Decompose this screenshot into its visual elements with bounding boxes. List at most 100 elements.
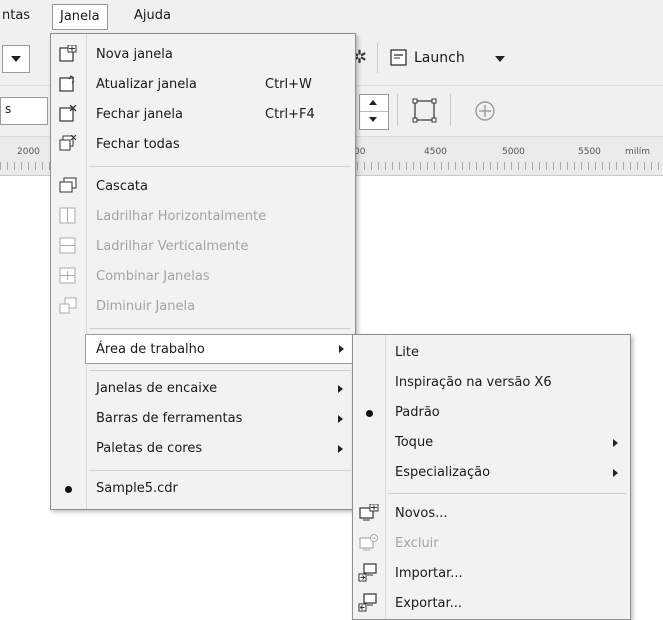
ruler-label: 5500 [578, 147, 601, 157]
workspace-item-inspiracao-x6[interactable]: Inspiração na versão X6 [353, 368, 630, 398]
launch-icon [390, 49, 407, 66]
menu-item-label: Lite [395, 345, 419, 360]
menu-item-ladrilhar-verticalmente[interactable]: Ladrilhar Verticalmente [51, 232, 355, 262]
import-workspace-icon [358, 563, 377, 582]
shortcut-text: Ctrl+W [265, 77, 312, 92]
menu-item-label: Fechar janela [96, 107, 183, 122]
active-document-bullet-icon [65, 486, 72, 493]
menu-item-label: Toque [395, 435, 434, 450]
workspace-item-especializacao[interactable]: Especialização [353, 458, 630, 488]
minimize-window-icon [59, 297, 77, 314]
janela-menu: Nova janela Atualizar janela Ctrl+W Fech… [50, 33, 356, 510]
spin-up-icon [369, 100, 377, 105]
menu-item-fechar-janela[interactable]: Fechar janela Ctrl+F4 [51, 100, 355, 130]
ruler-label: 5000 [502, 147, 525, 157]
workspace-item-importar[interactable]: Importar... [353, 559, 630, 589]
menu-item-label: Janelas de encaixe [96, 381, 218, 396]
launch-label: Launch [414, 50, 465, 66]
menu-item-label: Combinar Janelas [96, 269, 210, 284]
refresh-window-icon [59, 75, 75, 92]
page-frame-icon[interactable] [412, 98, 438, 124]
menu-janela[interactable]: Janela [52, 4, 108, 30]
menu-item-nova-janela[interactable]: Nova janela [51, 40, 355, 70]
menu-item-label: Ladrilhar Horizontalmente [96, 209, 267, 224]
menu-item-label: Padrão [395, 405, 440, 420]
tile-horizontal-icon [59, 207, 76, 224]
spin-control[interactable] [359, 94, 389, 130]
delete-workspace-icon [359, 534, 378, 551]
menu-item-janelas-de-encaixe[interactable]: Janelas de encaixe [51, 374, 355, 404]
menu-item-diminuir-janela[interactable]: Diminuir Janela [51, 292, 355, 322]
menu-item-label: Fechar todas [96, 137, 180, 152]
spin-divider [360, 111, 388, 112]
combo-dropdown-button[interactable] [2, 45, 30, 73]
workspace-item-lite[interactable]: Lite [353, 338, 630, 368]
menu-separator [89, 470, 351, 471]
menu-item-sample5-cdr[interactable]: Sample5.cdr [51, 474, 355, 504]
area-de-trabalho-submenu: Lite Inspiração na versão X6 Padrão Toqu… [352, 334, 631, 620]
submenu-arrow-icon [613, 469, 618, 477]
toolbar-divider [377, 43, 378, 73]
menu-item-label: Excluir [395, 536, 439, 551]
export-workspace-icon [358, 593, 377, 612]
shortcut-text: Ctrl+F4 [265, 107, 315, 122]
menu-separator [89, 166, 351, 167]
workspace-item-excluir[interactable]: Excluir [353, 529, 630, 559]
menu-item-paletas-de-cores[interactable]: Paletas de cores [51, 434, 355, 464]
chevron-down-icon [11, 56, 21, 62]
menu-item-label: Paletas de cores [96, 441, 203, 456]
add-circle-icon[interactable] [474, 100, 496, 122]
workspace-item-toque[interactable]: Toque [353, 428, 630, 458]
spin-down-icon [369, 117, 377, 122]
menu-item-label: Diminuir Janela [96, 299, 196, 314]
submenu-arrow-icon [338, 385, 343, 393]
menu-separator [89, 328, 351, 329]
menu-separator [388, 493, 626, 494]
close-window-icon [59, 105, 77, 122]
menu-item-area-de-trabalho[interactable]: Área de trabalho [85, 334, 354, 364]
menu-item-label: Barras de ferramentas [96, 411, 243, 426]
menu-item-label: Cascata [96, 179, 148, 194]
menu-item-label: Atualizar janela [96, 77, 197, 92]
toolbar-divider [397, 94, 398, 126]
submenu-arrow-icon [338, 415, 343, 423]
chevron-down-icon [495, 56, 505, 62]
ruler-unit-label: milím [625, 147, 651, 157]
close-all-icon [59, 135, 77, 151]
combine-windows-icon [59, 267, 76, 284]
menu-item-cascata[interactable]: Cascata [51, 172, 355, 202]
menu-item-atualizar-janela[interactable]: Atualizar janela Ctrl+W [51, 70, 355, 100]
unit-combo-value: s [5, 102, 12, 116]
menu-item-label: Especialização [395, 465, 491, 480]
menu-ajuda[interactable]: Ajuda [134, 8, 171, 23]
selected-bullet-icon [366, 410, 373, 417]
menu-item-label: Área de trabalho [96, 342, 205, 357]
tile-vertical-icon [59, 237, 76, 254]
cascade-icon [59, 177, 77, 193]
menu-item-barras-de-ferramentas[interactable]: Barras de ferramentas [51, 404, 355, 434]
menu-bar: ntas Janela Ajuda [0, 0, 663, 34]
submenu-arrow-icon [613, 439, 618, 447]
menu-item-label: Importar... [395, 566, 463, 581]
toolbar-divider [450, 94, 451, 126]
workspace-item-novos[interactable]: Novos... [353, 499, 630, 529]
menu-item-ladrilhar-horizontalmente[interactable]: Ladrilhar Horizontalmente [51, 202, 355, 232]
menu-item-combinar-janelas[interactable]: Combinar Janelas [51, 262, 355, 292]
menu-ferramentas[interactable]: ntas [2, 8, 30, 23]
menu-item-label: Exportar... [395, 596, 463, 611]
launch-button[interactable]: Launch [388, 45, 518, 71]
ruler-label: 4500 [424, 147, 447, 157]
menu-item-label: Ladrilhar Verticalmente [96, 239, 249, 254]
menu-item-label: Inspiração na versão X6 [395, 375, 552, 390]
unit-combo[interactable]: s [0, 97, 48, 125]
workspace-item-padrao[interactable]: Padrão [353, 398, 630, 428]
workspace-item-exportar[interactable]: Exportar... [353, 589, 630, 619]
menu-item-label: Nova janela [96, 47, 173, 62]
new-workspace-icon [359, 504, 379, 521]
submenu-arrow-icon [339, 345, 344, 353]
submenu-arrow-icon [338, 445, 343, 453]
menu-item-label: Sample5.cdr [96, 481, 178, 496]
new-window-icon [59, 45, 77, 62]
menu-item-label: Novos... [395, 506, 448, 521]
menu-item-fechar-todas[interactable]: Fechar todas [51, 130, 355, 160]
